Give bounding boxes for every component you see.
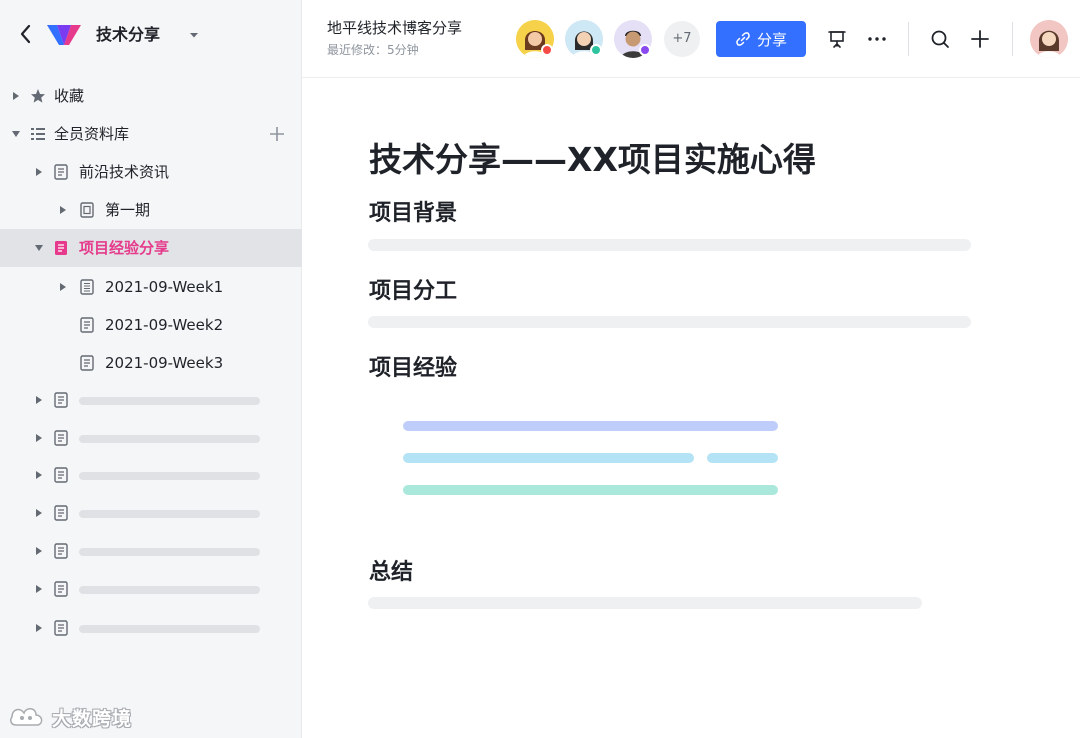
sidebar-item-label: 全员资料库 <box>54 125 130 143</box>
caret-right-icon[interactable] <box>33 394 45 406</box>
sidebar-placeholder-item[interactable] <box>0 609 302 647</box>
doc-icon <box>54 505 68 521</box>
sidebar-item-favorites[interactable]: 收藏 <box>0 77 302 115</box>
doc-title[interactable]: 地平线技术博客分享 <box>327 18 462 38</box>
toolbar-divider <box>908 22 909 56</box>
caret-right-icon[interactable] <box>33 583 45 595</box>
experience-line <box>403 453 694 463</box>
experience-line <box>707 453 778 463</box>
doc-icon <box>54 620 68 636</box>
plus-icon[interactable] <box>969 28 991 50</box>
add-icon[interactable] <box>268 125 286 143</box>
section-heading[interactable]: 项目分工 <box>369 277 457 307</box>
status-dot <box>590 44 602 56</box>
chevron-down-icon[interactable] <box>186 27 202 43</box>
placeholder-bar <box>79 510 260 518</box>
doc-icon <box>54 430 68 446</box>
caret-right-icon[interactable] <box>57 281 69 293</box>
sidebar-item-label: 第一期 <box>105 201 151 219</box>
doc-icon <box>54 467 68 483</box>
doc-icon <box>54 392 68 408</box>
sidebar-item-project[interactable]: 项目经验分享 <box>0 229 302 267</box>
doc-icon <box>80 202 94 218</box>
caret-down-icon[interactable] <box>33 242 45 254</box>
status-dot <box>639 44 651 56</box>
placeholder-bar <box>79 548 260 556</box>
experience-line <box>403 421 778 431</box>
watermark: 大数跨境 <box>8 702 132 732</box>
caret-right-icon[interactable] <box>10 90 22 102</box>
sidebar-item-issue1[interactable]: 第一期 <box>0 191 302 229</box>
top-bar: 地平线技术博客分享 最近修改：5分钟 +7 分享 <box>302 0 1080 78</box>
logo-icon <box>47 25 81 45</box>
placeholder-line <box>368 316 971 328</box>
sidebar-item-library[interactable]: 全员资料库 <box>0 115 302 153</box>
placeholder-bar <box>79 472 260 480</box>
sidebar-placeholder-item[interactable] <box>0 456 302 494</box>
placeholder-bar <box>79 397 260 405</box>
sidebar-placeholder-item[interactable] <box>0 494 302 532</box>
sidebar-item-label: 2021-09-Week3 <box>105 354 224 372</box>
sidebar-header: 技术分享 <box>0 0 302 70</box>
doc-icon <box>80 317 94 333</box>
caret-right-icon[interactable] <box>33 432 45 444</box>
avatar-portrait-icon <box>1030 20 1068 58</box>
back-icon[interactable] <box>16 22 36 46</box>
placeholder-bar <box>79 435 260 443</box>
doc-icon <box>54 164 68 180</box>
placeholder-line <box>368 597 922 609</box>
caret-right-icon[interactable] <box>33 622 45 634</box>
caret-right-icon[interactable] <box>33 545 45 557</box>
placeholder-line <box>368 239 971 251</box>
section-heading[interactable]: 项目经验 <box>369 354 457 384</box>
share-label: 分享 <box>756 30 787 49</box>
sidebar-item-label: 项目经验分享 <box>79 239 170 257</box>
star-icon <box>31 89 45 103</box>
more-icon[interactable] <box>866 28 888 50</box>
doc-icon <box>54 543 68 559</box>
sidebar-item-week1[interactable]: 2021-09-Week1 <box>0 268 302 306</box>
caret-right-icon[interactable] <box>33 469 45 481</box>
caret-down-icon[interactable] <box>10 128 22 140</box>
section-heading[interactable]: 项目背景 <box>369 199 457 229</box>
sidebar-item-week2[interactable]: 2021-09-Week2 <box>0 306 302 344</box>
placeholder-bar <box>79 586 260 594</box>
caret-right-icon[interactable] <box>33 166 45 178</box>
watermark-logo-icon <box>10 708 43 726</box>
sidebar-placeholder-item[interactable] <box>0 381 302 419</box>
sidebar-item-label: 2021-09-Week1 <box>105 278 224 296</box>
doc-icon <box>80 279 94 295</box>
space-title[interactable]: 技术分享 <box>96 24 160 46</box>
library-icon <box>31 128 45 140</box>
sidebar-placeholder-item[interactable] <box>0 419 302 457</box>
share-button[interactable]: 分享 <box>716 21 806 57</box>
placeholder-bar <box>79 625 260 633</box>
caret-right-icon[interactable] <box>33 507 45 519</box>
sidebar-placeholder-item[interactable] <box>0 532 302 570</box>
sidebar-item-week3[interactable]: 2021-09-Week3 <box>0 344 302 382</box>
doc-icon <box>55 241 67 255</box>
document-title[interactable]: 技术分享——XX项目实施心得 <box>369 138 816 182</box>
current-user-avatar[interactable] <box>1030 20 1068 58</box>
sidebar-item-frontier[interactable]: 前沿技术资讯 <box>0 153 302 191</box>
sidebar-item-label: 收藏 <box>54 87 85 105</box>
link-icon <box>736 32 750 46</box>
doc-icon <box>80 355 94 371</box>
document-body: 技术分享——XX项目实施心得 项目背景 项目分工 项目经验 总结 <box>302 78 1080 738</box>
section-heading[interactable]: 总结 <box>369 558 413 588</box>
status-dot <box>541 44 553 56</box>
caret-right-icon[interactable] <box>57 204 69 216</box>
last-modified: 最近修改：5分钟 <box>327 43 419 57</box>
search-icon[interactable] <box>929 28 951 50</box>
sidebar-item-label: 2021-09-Week2 <box>105 316 224 334</box>
more-collaborators[interactable]: +7 <box>664 21 700 57</box>
toolbar-divider <box>1012 22 1013 56</box>
presentation-icon[interactable] <box>826 28 848 50</box>
doc-icon <box>54 581 68 597</box>
sidebar-placeholder-item[interactable] <box>0 570 302 608</box>
sidebar-item-label: 前沿技术资讯 <box>79 163 170 181</box>
experience-line <box>403 485 778 495</box>
watermark-text: 大数跨境 <box>52 707 133 730</box>
sidebar: 技术分享 收藏 全员资料库 前沿技术资讯 第一期 项目经验分享 2021-09-… <box>0 0 302 738</box>
